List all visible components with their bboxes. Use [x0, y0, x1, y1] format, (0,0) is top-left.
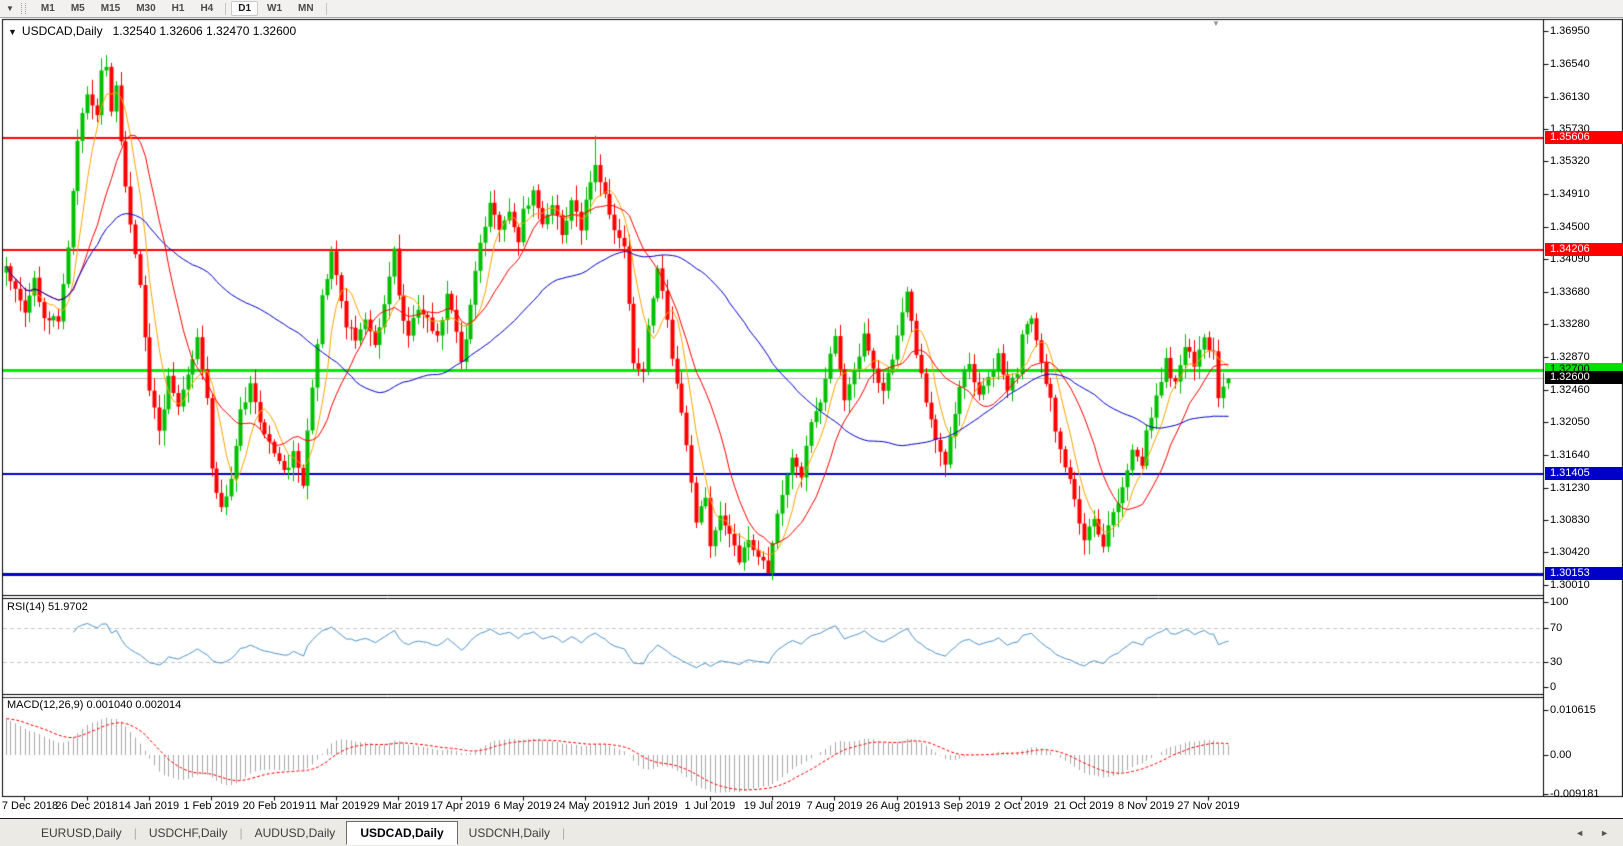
timeframe-button-h1[interactable]: H1 [165, 1, 192, 16]
date-axis-label: 26 Aug 2019 [865, 800, 928, 812]
price-axis-label: 1.32870 [1550, 350, 1590, 363]
toolbar-separator [225, 2, 227, 15]
price-axis-label: 1.35320 [1550, 155, 1590, 168]
rsi-axis-label: 100 [1550, 596, 1569, 608]
price-level-badge: 1.34206 [1545, 243, 1623, 257]
toolbar-separator [325, 2, 327, 15]
date-axis-label: 2 Oct 2019 [994, 800, 1049, 812]
timeframe-button-mn[interactable]: MN [291, 1, 321, 16]
toolbar-dropdown-icon[interactable]: ▼ [0, 4, 19, 13]
date-axis-label: 6 May 2019 [494, 800, 552, 812]
chart-symbol-label: USDCAD,Daily [21, 24, 103, 38]
timeframe-button-m5[interactable]: M5 [64, 1, 92, 16]
chart-tabs-bar: EURUSD,Daily | USDCHF,Daily | AUDUSD,Dai… [0, 818, 1623, 846]
chart-tab-usdcad[interactable]: USDCAD,Daily [346, 820, 458, 845]
tab-scroll-arrows: ◄ ► [1575, 828, 1609, 838]
date-axis-label: 1 Feb 2019 [183, 800, 240, 812]
date-axis-label: 14 Jan 2019 [118, 800, 180, 812]
date-axis-label: 24 May 2019 [553, 800, 617, 812]
price-level-badge: 1.35606 [1545, 131, 1623, 145]
date-axis-label: 13 Sep 2019 [927, 800, 991, 812]
price-axis-label: 1.31230 [1550, 481, 1590, 494]
date-axis-label: 29 Mar 2019 [367, 800, 430, 812]
price-axis-label: 1.33280 [1550, 318, 1590, 331]
date-axis-label: 26 Dec 2018 [55, 800, 118, 812]
price-level-badge: 1.30153 [1545, 566, 1623, 580]
price-axis-label: 1.32460 [1550, 383, 1590, 396]
timeframe-button-h4[interactable]: H4 [193, 1, 220, 16]
chart-shift-marker-icon: ▼ [1212, 19, 1220, 28]
timeframe-button-d1[interactable]: D1 [231, 1, 259, 16]
macd-axis-label: 0.010615 [1550, 704, 1596, 717]
macd-axis-label: 0.00 [1550, 749, 1572, 761]
price-level-badge: 1.31405 [1545, 466, 1623, 480]
price-level-badge: 1.32600 [1545, 371, 1623, 385]
timeframe-button-m15[interactable]: M15 [94, 1, 127, 16]
rsi-indicator-label: RSI(14) 51.9702 [7, 601, 88, 613]
date-axis-label: 21 Oct 2019 [1053, 800, 1114, 812]
tab-scroll-right-icon[interactable]: ► [1600, 828, 1609, 838]
rsi-axis-label: 70 [1550, 621, 1563, 634]
chart-ohlc-values: 1.32540 1.32606 1.32470 1.32600 [112, 24, 297, 38]
rsi-axis-label: 0 [1550, 681, 1557, 693]
date-axis-label: 7 Aug 2019 [806, 800, 863, 812]
price-axis-label: 1.36950 [1550, 25, 1590, 38]
price-axis-label: 1.30830 [1550, 513, 1590, 526]
tab-scroll-left-icon[interactable]: ◄ [1575, 828, 1584, 838]
date-axis-label: 19 Jul 2019 [743, 800, 801, 812]
price-axis-label: 1.31640 [1550, 449, 1590, 462]
date-axis-label: 7 Dec 2018 [1, 800, 59, 812]
date-axis-label: 17 Apr 2019 [430, 800, 491, 812]
chart-tab-eurusd[interactable]: EURUSD,Daily [30, 821, 133, 845]
rsi-axis-label: 30 [1550, 655, 1563, 668]
date-axis-label: 20 Feb 2019 [242, 800, 305, 812]
date-axis-label: 27 Nov 2019 [1177, 800, 1240, 812]
chart-title-caret-icon[interactable]: ▼ [8, 27, 17, 37]
timeframe-button-m30[interactable]: M30 [129, 1, 162, 16]
price-axis-label: 1.32050 [1550, 416, 1590, 429]
date-axis-label: 8 Nov 2019 [1117, 800, 1175, 812]
timeframe-button-m1[interactable]: M1 [34, 1, 62, 16]
macd-axis-label: -0.009181 [1550, 787, 1600, 800]
macd-indicator-label: MACD(12,26,9) 0.001040 0.002014 [7, 699, 182, 711]
chart-title: ▼ USDCAD,Daily 1.32540 1.32606 1.32470 1.3… [8, 24, 296, 38]
chart-tab-audusd[interactable]: AUDUSD,Daily [244, 821, 347, 845]
price-axis-label: 1.34910 [1550, 188, 1590, 201]
date-axis-label: 11 Mar 2019 [305, 800, 367, 812]
chart-tab-usdcnh[interactable]: USDCNH,Daily [458, 821, 561, 845]
price-axis-label: 1.36540 [1550, 57, 1590, 70]
timeframe-button-w1[interactable]: W1 [260, 1, 289, 16]
date-axis-label: 12 Jun 2019 [617, 800, 678, 812]
date-axis-label: 1 Jul 2019 [684, 800, 736, 812]
price-axis-label: 1.30420 [1550, 546, 1590, 559]
tab-separator: | [562, 825, 566, 840]
price-axis-label: 1.33680 [1550, 286, 1590, 299]
timeframe-toolbar: ▼ M1 M5 M15 M30 H1 H4 D1 W1 MN [0, 0, 1623, 18]
price-axis-label: 1.34500 [1550, 220, 1590, 233]
price-axis-label: 1.30010 [1550, 579, 1590, 592]
chart-tab-usdchf[interactable]: USDCHF,Daily [138, 821, 239, 845]
price-chart-canvas[interactable] [0, 0, 1623, 846]
price-axis-label: 1.36130 [1550, 90, 1590, 103]
toolbar-grip-handle[interactable] [20, 3, 26, 14]
